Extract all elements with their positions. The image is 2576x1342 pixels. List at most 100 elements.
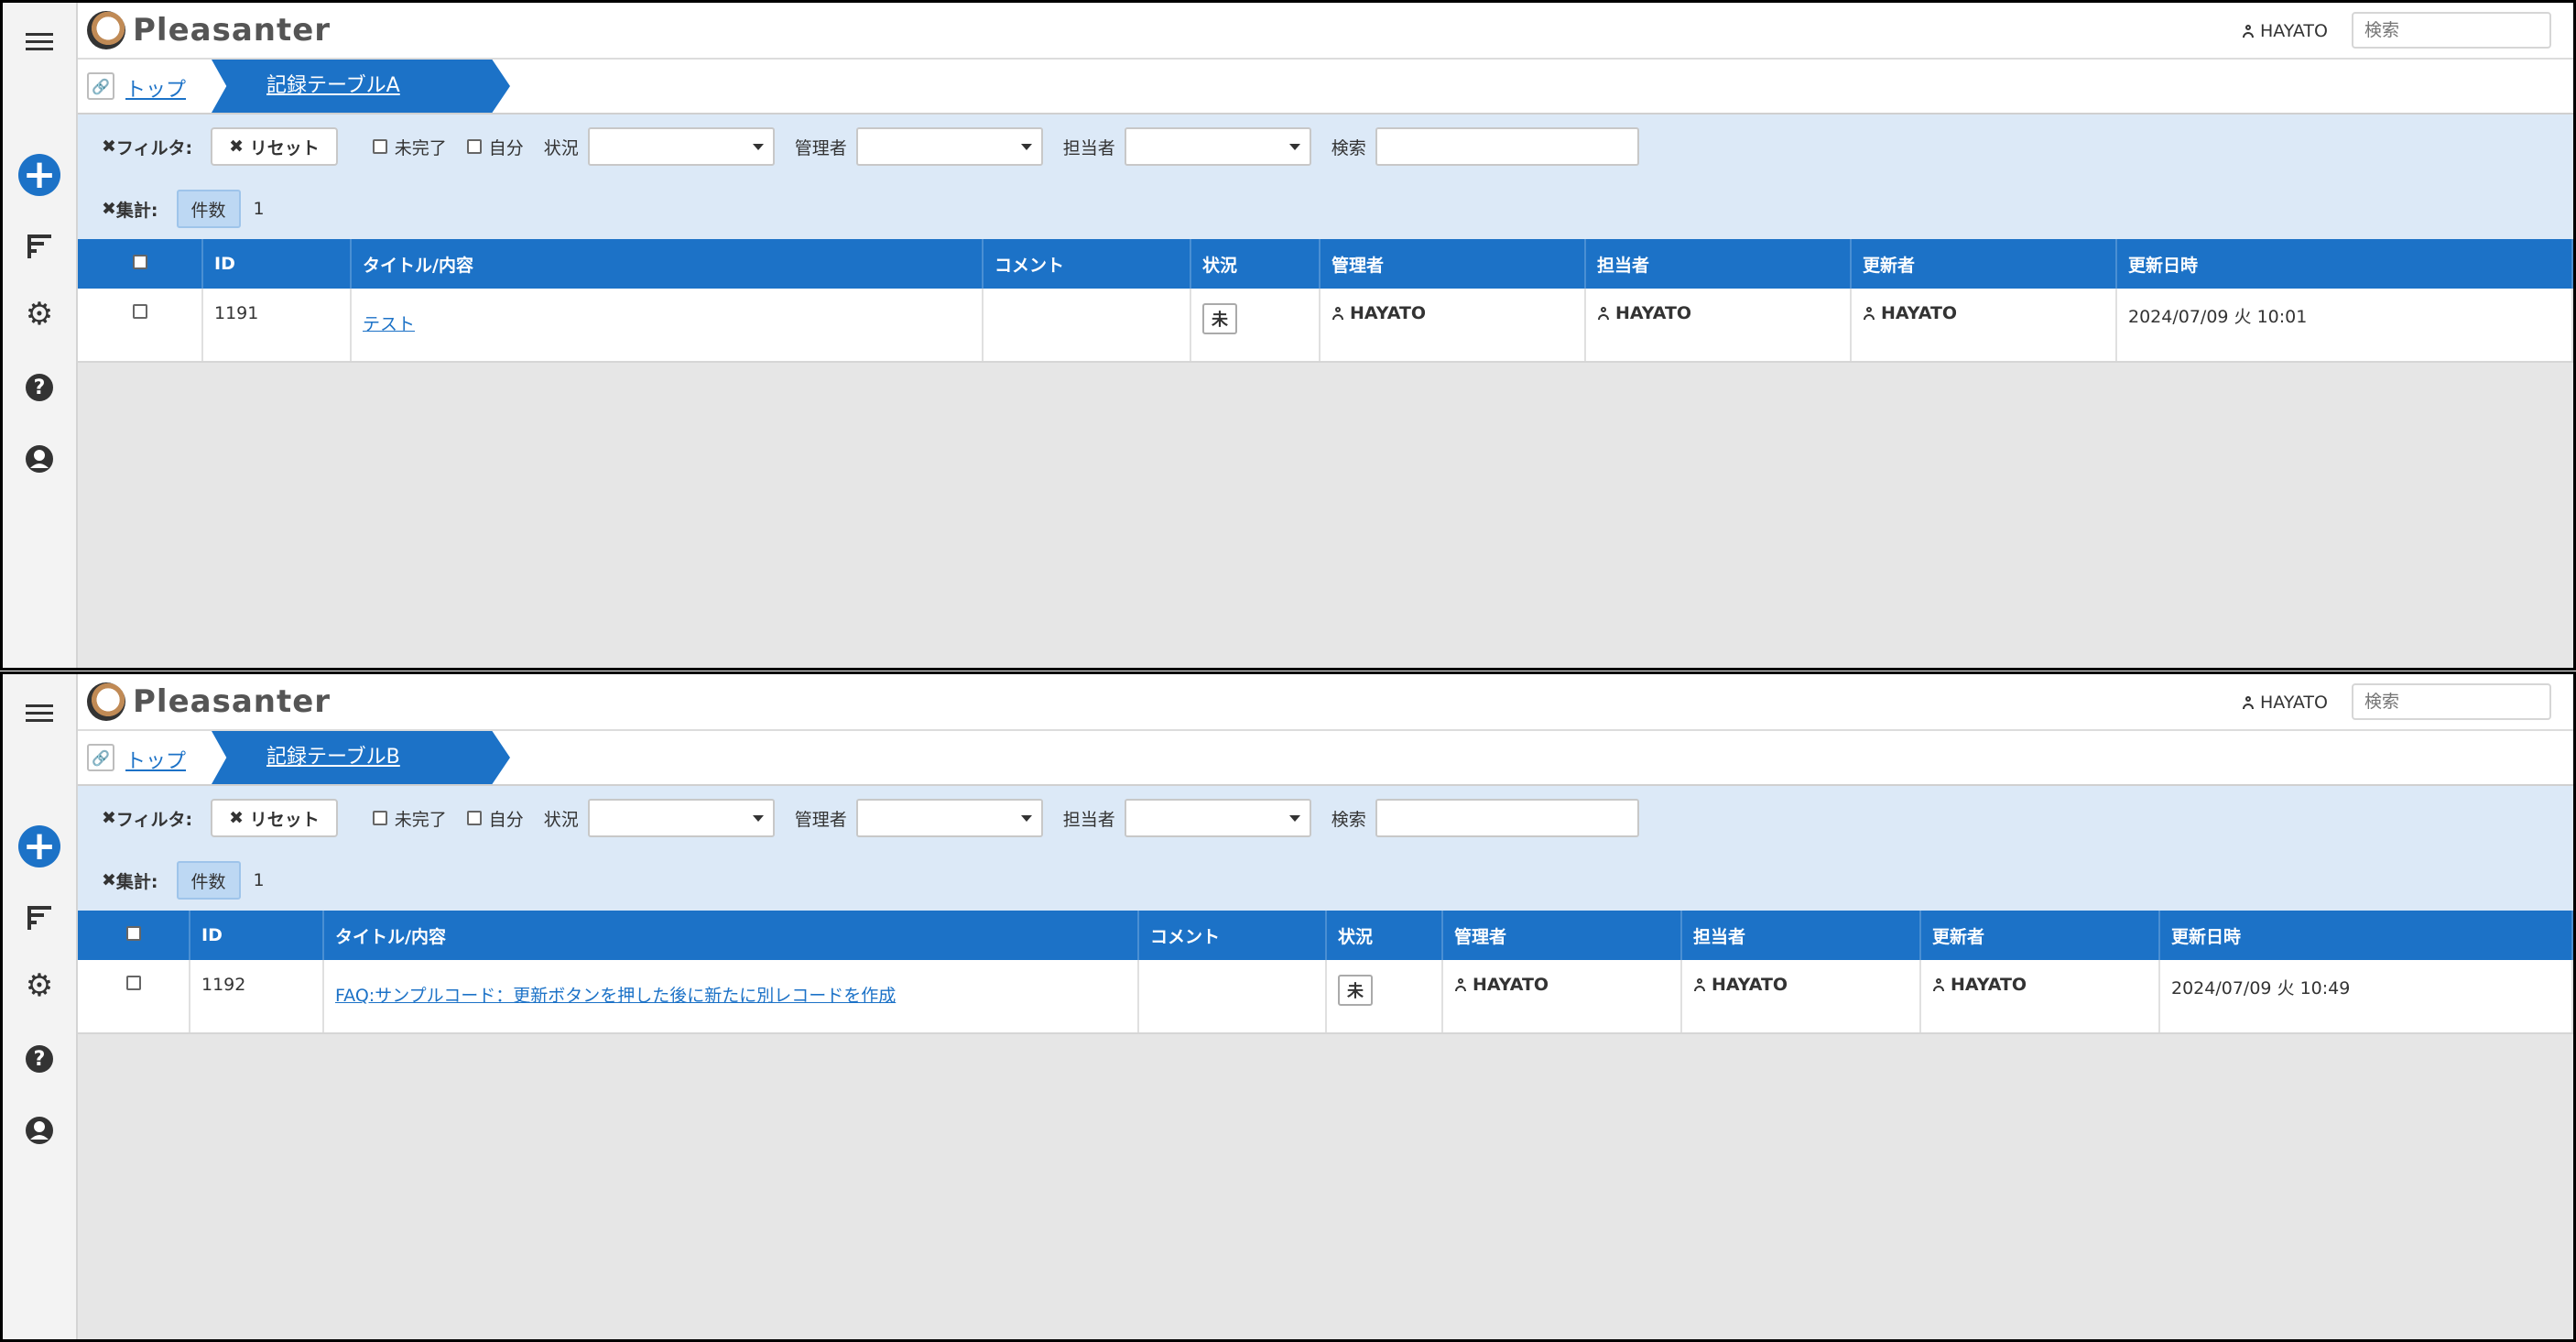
filter-collapse-icon[interactable]: ✖ xyxy=(102,136,116,157)
link-icon[interactable]: 🔗 xyxy=(87,744,114,771)
col-updater[interactable]: 更新者 xyxy=(1920,911,2160,960)
logo-text: Pleasanter xyxy=(133,683,332,720)
select-all-checkbox-cell[interactable] xyxy=(78,239,203,289)
filter-collapse-icon[interactable]: ✖ xyxy=(102,808,116,828)
help-icon[interactable]: ? xyxy=(21,1041,58,1077)
row-checkbox-cell[interactable] xyxy=(78,289,203,363)
col-id[interactable]: ID xyxy=(190,911,324,960)
incomplete-checkbox[interactable]: 未完了 xyxy=(372,135,447,159)
add-icon[interactable]: + xyxy=(18,154,60,196)
breadcrumb-current[interactable]: 記録テーブルA xyxy=(212,60,510,113)
logo-bird-icon xyxy=(87,682,125,721)
col-status[interactable]: 状況 xyxy=(1190,239,1321,289)
cell-manager: HAYATO xyxy=(1320,289,1586,363)
global-search-input[interactable] xyxy=(2352,12,2551,49)
self-checkbox[interactable]: 自分 xyxy=(466,135,524,159)
self-checkbox[interactable]: 自分 xyxy=(466,806,524,831)
breadcrumb-top[interactable]: トップ xyxy=(125,745,186,774)
menu-icon[interactable] xyxy=(21,694,58,731)
col-updater[interactable]: 更新者 xyxy=(1851,239,2117,289)
logo[interactable]: Pleasanter xyxy=(87,682,331,722)
col-manager[interactable]: 管理者 xyxy=(1320,239,1586,289)
filter-search-input[interactable] xyxy=(1375,799,1639,837)
gear-icon[interactable]: ⚙ xyxy=(21,967,58,1004)
cell-updater: HAYATO xyxy=(1920,960,2160,1034)
select-all-checkbox[interactable] xyxy=(125,926,141,941)
breadcrumb-current[interactable]: 記録テーブルB xyxy=(212,731,510,784)
manager-select[interactable] xyxy=(855,799,1043,837)
cell-id: 1192 xyxy=(190,960,324,1034)
user-icon[interactable] xyxy=(21,441,58,477)
owner-filter-label: 担当者 xyxy=(1062,809,1115,830)
link-icon[interactable]: 🔗 xyxy=(87,72,114,100)
manager-name: HAYATO xyxy=(1473,975,1549,995)
reset-button[interactable]: ✖ リセット xyxy=(211,127,338,166)
cell-status: 未 xyxy=(1190,289,1321,363)
owner-select[interactable] xyxy=(1124,799,1311,837)
checkbox-box[interactable] xyxy=(466,139,482,154)
user-icon[interactable] xyxy=(21,1112,58,1149)
title-link[interactable]: FAQ:サンプルコード：更新ボタンを押した後に新たに別レコードを作成 xyxy=(335,982,896,1007)
col-title[interactable]: タイトル/内容 xyxy=(351,239,984,289)
cell-status: 未 xyxy=(1326,960,1443,1034)
count-badge[interactable]: 件数 xyxy=(176,190,241,228)
filter-search-input[interactable] xyxy=(1375,127,1639,166)
row-checkbox-cell[interactable] xyxy=(78,960,190,1034)
breadcrumb-top[interactable]: トップ xyxy=(125,73,186,103)
manager-select[interactable] xyxy=(855,127,1043,166)
col-comment[interactable]: コメント xyxy=(1138,911,1327,960)
status-filter-label: 状況 xyxy=(543,809,579,830)
owner-select[interactable] xyxy=(1124,127,1311,166)
search-filter-label: 検索 xyxy=(1331,809,1366,830)
global-search-input[interactable] xyxy=(2352,683,2551,720)
search-filter-label: 検索 xyxy=(1331,137,1366,158)
current-user[interactable]: HAYATO xyxy=(2242,693,2328,713)
title-link[interactable]: テスト xyxy=(363,311,415,335)
sort-icon[interactable] xyxy=(21,227,58,264)
reset-label: リセット xyxy=(249,137,320,158)
select-all-checkbox-cell[interactable] xyxy=(78,911,190,960)
col-owner[interactable]: 担当者 xyxy=(1585,239,1852,289)
row-checkbox[interactable] xyxy=(125,976,141,990)
owner-name: HAYATO xyxy=(1712,975,1788,995)
person-icon xyxy=(1597,307,1610,320)
checkbox-box[interactable] xyxy=(466,811,482,825)
select-all-checkbox[interactable] xyxy=(132,255,147,269)
filter-row: ✖ フィルタ: ✖ リセット 未完了 自分 状況 管理者 担当者 検索 xyxy=(102,127,1639,166)
count-badge[interactable]: 件数 xyxy=(176,861,241,900)
gear-icon[interactable]: ⚙ xyxy=(21,296,58,333)
aggregate-label: 集計: xyxy=(115,871,158,892)
row-checkbox[interactable] xyxy=(132,304,147,319)
sort-icon[interactable] xyxy=(21,899,58,935)
reset-button[interactable]: ✖ リセット xyxy=(211,799,338,837)
col-owner[interactable]: 担当者 xyxy=(1681,911,1921,960)
status-select[interactable] xyxy=(587,127,775,166)
col-updated[interactable]: 更新日時 xyxy=(2116,239,2573,289)
col-manager[interactable]: 管理者 xyxy=(1442,911,1682,960)
main-area: Pleasanter HAYATO 🔗 トップ 記録テーブルA ✖ フィルタ: … xyxy=(78,3,2573,668)
incomplete-checkbox[interactable]: 未完了 xyxy=(372,806,447,831)
reset-x-icon: ✖ xyxy=(229,136,250,157)
col-title[interactable]: タイトル/内容 xyxy=(323,911,1139,960)
status-select[interactable] xyxy=(587,799,775,837)
col-comment[interactable]: コメント xyxy=(983,239,1191,289)
aggregate-label: 集計: xyxy=(115,200,158,221)
window-table-b: + ⚙ ? Pleasanter HAYATO 🔗 トップ 記録テーブルB xyxy=(0,671,2576,1342)
checkbox-box[interactable] xyxy=(372,139,387,154)
cell-owner: HAYATO xyxy=(1585,289,1852,363)
cell-id: 1191 xyxy=(202,289,352,363)
menu-icon[interactable] xyxy=(21,23,58,60)
table-row[interactable]: 1192 FAQ:サンプルコード：更新ボタンを押した後に新たに別レコードを作成 … xyxy=(78,960,2573,1034)
col-updated[interactable]: 更新日時 xyxy=(2159,911,2573,960)
aggregate-collapse-icon[interactable]: ✖ xyxy=(102,199,116,219)
help-icon[interactable]: ? xyxy=(21,369,58,406)
col-id[interactable]: ID xyxy=(202,239,352,289)
logo[interactable]: Pleasanter xyxy=(87,10,331,50)
add-icon[interactable]: + xyxy=(18,825,60,867)
current-user[interactable]: HAYATO xyxy=(2242,21,2328,41)
col-status[interactable]: 状況 xyxy=(1326,911,1443,960)
aggregate-collapse-icon[interactable]: ✖ xyxy=(102,870,116,890)
table-row[interactable]: 1191 テスト 未 HAYATO HAYATO HAYATO 2024/07/… xyxy=(78,289,2573,363)
aggregate-row: ✖ 集計: 件数 1 xyxy=(102,861,265,900)
checkbox-box[interactable] xyxy=(372,811,387,825)
